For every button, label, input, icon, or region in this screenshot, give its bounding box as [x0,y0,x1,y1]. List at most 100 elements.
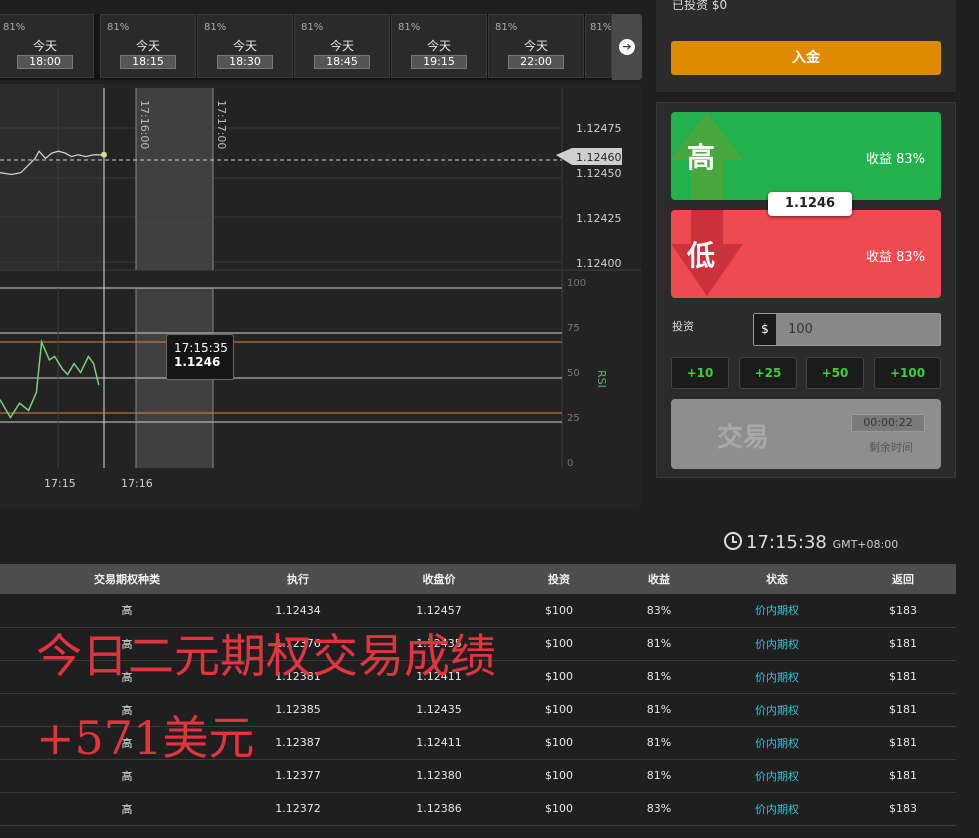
expiry-payout: 81% [204,22,227,33]
table-cell: $100 [504,792,614,826]
table-cell: $100 [504,759,614,793]
status-cell: 价内期权 [704,792,850,826]
add-10-button[interactable]: +10 [671,357,729,389]
expiry-time: 19:15 [411,55,467,69]
table-cell: $181 [850,627,956,661]
time-tick: 17:15 [44,477,76,490]
clock-time: 17:15:38 [746,532,827,553]
chart-panel[interactable]: 17:16:00 17:17:00 1.12460 1.12475 1.1245… [0,84,641,508]
expiry-day: 今天 [523,39,548,53]
low-button[interactable]: 低 收益 83% [671,210,941,298]
time-tick: 17:16 [121,477,153,490]
trade-history: 交易期权种类 执行 收盘价 投资 收益 状态 返回 高 1.12434 1.1245… [0,564,956,826]
table-cell: 1.12435 [374,693,504,727]
countdown-timer: 00:00:22 [851,414,925,432]
table-cell [0,693,32,727]
status-cell: 价内期权 [704,726,850,760]
history-table: 交易期权种类 执行 收盘价 投资 收益 状态 返回 高 1.12434 1.1245… [0,564,956,826]
table-cell: 1.12380 [374,759,504,793]
expiry-payout: 81% [107,22,130,33]
table-cell: 83% [614,594,704,628]
expiry-next-button[interactable]: ➔ [612,14,642,80]
expiry-card[interactable]: 81% 今天 18:45 [294,14,390,78]
expiry-payout: 81% [495,22,518,33]
arrow-right-icon: ➔ [619,39,635,55]
expiry-card[interactable]: 81% 今天 19:15 [391,14,487,78]
tooltip-price: 1.1246 [174,355,221,369]
add-100-button[interactable]: +100 [874,357,941,389]
high-payout: 收益 83% [865,152,925,167]
high-label: 高 [687,141,716,174]
expiry-card[interactable]: 81% [585,14,612,78]
expiry-strip: 81% 今天 18:00 81% 今天 18:15 81% 今天 18:30 8… [0,14,612,80]
invest-amount-input[interactable] [782,314,932,345]
column-header[interactable]: 返回 [850,564,956,594]
expiry-time: 18:15 [120,55,176,69]
expiry-day: 今天 [329,39,354,53]
add-50-button[interactable]: +50 [806,357,864,389]
table-cell: $100 [504,726,614,760]
table-cell: 83% [614,792,704,826]
current-price-pill: 1.1246 [768,192,852,216]
table-cell: 1.12386 [374,792,504,826]
column-header[interactable]: 收益 [614,564,704,594]
table-cell: $181 [850,693,956,727]
table-cell [0,726,32,760]
column-header[interactable]: 投资 [504,564,614,594]
overlay-caption-title: 今日二元期权交易成绩 [36,629,496,683]
column-header[interactable]: 状态 [704,564,850,594]
remaining-label: 剩余时间 [869,441,913,454]
table-cell: 81% [614,726,704,760]
table-row[interactable]: 高 1.12372 1.12386 $100 83% 价内期权 $183 [0,792,956,826]
table-cell: $100 [504,660,614,694]
status-cell: 价内期权 [704,660,850,694]
table-cell [0,759,32,793]
status-cell: 价内期权 [704,627,850,661]
expiry-day: 今天 [232,39,257,53]
table-cell: $100 [504,627,614,661]
column-header[interactable]: 交易期权种类 [32,564,222,594]
server-clock: 17:15:38 GMT+08:00 [724,532,898,553]
table-cell: 81% [614,759,704,793]
expiry-day: 今天 [135,39,160,53]
table-cell: 1.12372 [222,792,374,826]
table-cell: $100 [504,594,614,628]
price-tick: 1.12450 [576,167,622,180]
trade-label: 交易 [717,423,770,453]
table-cell [0,627,32,661]
rsi-tick: 25 [567,413,580,424]
price-tick: 1.12475 [576,122,622,135]
rsi-tick: 75 [567,323,580,334]
table-cell: $100 [504,693,614,727]
price-chart[interactable]: 17:16:00 17:17:00 1.12460 1.12475 1.1245… [0,84,641,508]
high-button[interactable]: 高 收益 83% [671,112,941,200]
expiry-time: 22:00 [508,55,564,69]
clock-icon [724,532,742,550]
column-header[interactable]: 执行 [222,564,374,594]
table-cell: $181 [850,660,956,694]
add-25-button[interactable]: +25 [739,357,797,389]
expiry-card[interactable]: 81% 今天 18:15 [100,14,196,78]
column-header[interactable]: 收盘价 [374,564,504,594]
table-cell: 高 [32,792,222,826]
deposit-button[interactable]: 入金 [671,41,941,75]
status-cell: 价内期权 [704,759,850,793]
expiry-day: 今天 [426,39,451,53]
expiry-payout: 81% [398,22,421,33]
expiry-card[interactable]: 81% 今天 18:30 [197,14,293,78]
table-cell: 81% [614,660,704,694]
trading-app: 81% 今天 18:00 81% 今天 18:15 81% 今天 18:30 8… [0,0,979,838]
tooltip-time: 17:15:35 [174,341,228,355]
table-cell: $181 [850,759,956,793]
trade-button[interactable]: 交易 00:00:22 剩余时间 [671,399,941,469]
rsi-series-line [0,339,100,420]
table-header-row: 交易期权种类 执行 收盘价 投资 收益 状态 返回 [0,564,956,594]
expiry-card[interactable]: 81% 今天 22:00 [488,14,584,78]
status-cell: 价内期权 [704,594,850,628]
table-cell [0,792,32,826]
expiry-card[interactable]: 81% 今天 18:00 [0,14,94,78]
expiry-day: 今天 [32,39,57,53]
clock-timezone: GMT+08:00 [832,538,899,551]
expiry-time: 18:45 [314,55,370,69]
low-label: 低 [687,239,716,272]
